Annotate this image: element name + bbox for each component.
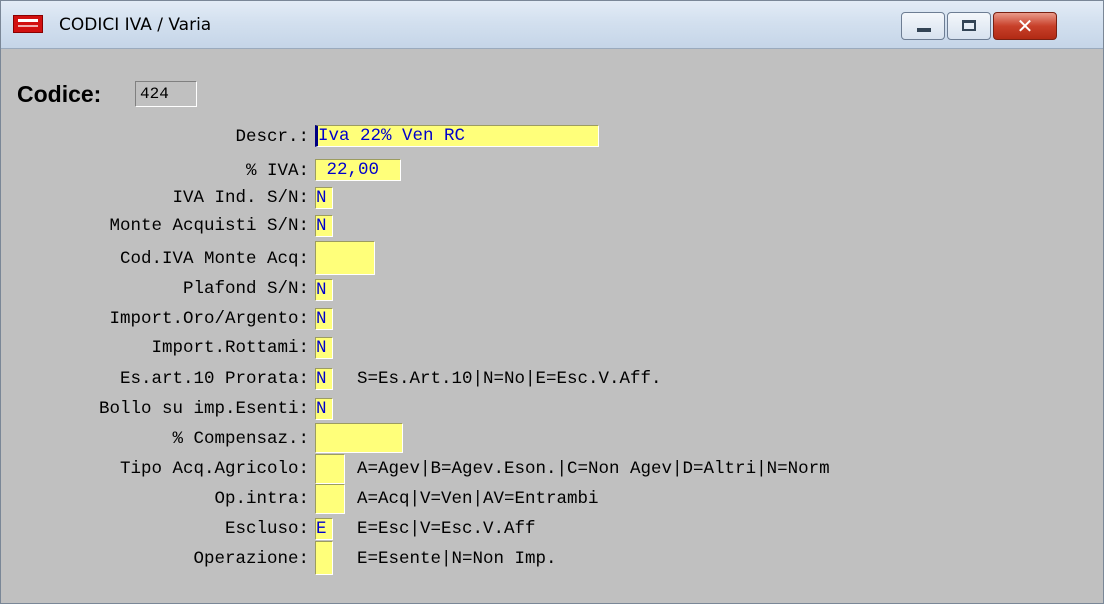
cod-iva-monte-acq-field[interactable] <box>315 241 375 275</box>
iva-ind-label: IVA Ind. S/N: <box>172 188 309 208</box>
tipo-acq-agricolo-label: Tipo Acq.Agricolo: <box>119 459 309 479</box>
op-intra-label: Op.intra: <box>214 489 309 509</box>
import-rottami-field[interactable]: N <box>315 337 333 359</box>
monte-acquisti-field[interactable]: N <box>315 215 333 237</box>
codici-iva-window: CODICI IVA / Varia ✕ Codice: 424 Descr.:… <box>0 0 1104 604</box>
codice-label: Codice: <box>17 81 102 107</box>
es-art-10-prorata-label: Es.art.10 Prorata: <box>119 369 309 389</box>
maximize-button[interactable] <box>947 12 991 40</box>
operazione-hint: E=Esente|N=Non Imp. <box>357 549 557 569</box>
descr-field[interactable]: Iva 22% Ven RC <box>315 125 599 147</box>
escluso-label: Escluso: <box>224 519 309 539</box>
tipo-acq-agricolo-field[interactable] <box>315 454 345 484</box>
compensaz-label: % Compensaz.: <box>172 429 309 449</box>
close-icon: ✕ <box>1016 14 1034 38</box>
plafond-label: Plafond S/N: <box>182 279 309 299</box>
perc-iva-label: % IVA: <box>245 161 309 181</box>
bollo-imp-esenti-label: Bollo su imp.Esenti: <box>98 399 309 419</box>
close-button[interactable]: ✕ <box>993 12 1057 40</box>
escluso-field[interactable]: E <box>315 518 333 540</box>
app-icon <box>13 15 43 33</box>
tipo-acq-agricolo-hint: A=Agev|B=Agev.Eson.|C=Non Agev|D=Altri|N… <box>357 459 830 479</box>
window-title: CODICI IVA / Varia <box>59 15 212 35</box>
op-intra-field[interactable] <box>315 484 345 514</box>
perc-iva-field[interactable]: 22,00 <box>315 159 401 181</box>
cod-iva-monte-acq-label: Cod.IVA Monte Acq: <box>119 249 309 269</box>
minimize-button[interactable] <box>901 12 945 40</box>
import-oro-argento-label: Import.Oro/Argento: <box>109 309 309 329</box>
maximize-icon <box>962 20 976 31</box>
operazione-label: Operazione: <box>193 549 309 569</box>
operazione-field[interactable] <box>315 541 333 575</box>
codice-field[interactable]: 424 <box>135 81 197 107</box>
monte-acquisti-label: Monte Acquisti S/N: <box>109 216 309 236</box>
escluso-hint: E=Esc|V=Esc.V.Aff <box>357 519 536 539</box>
plafond-field[interactable]: N <box>315 279 333 301</box>
es-art-10-prorata-hint: S=Es.Art.10|N=No|E=Esc.V.Aff. <box>357 369 662 389</box>
title-bar[interactable]: CODICI IVA / Varia ✕ <box>1 1 1103 49</box>
import-rottami-label: Import.Rottami: <box>151 338 309 358</box>
op-intra-hint: A=Acq|V=Ven|AV=Entrambi <box>357 489 599 509</box>
bollo-imp-esenti-field[interactable]: N <box>315 398 333 420</box>
minimize-icon <box>917 28 931 32</box>
compensaz-field[interactable] <box>315 423 403 453</box>
iva-ind-field[interactable]: N <box>315 187 333 209</box>
es-art-10-prorata-field[interactable]: N <box>315 368 333 390</box>
import-oro-argento-field[interactable]: N <box>315 308 333 330</box>
descr-label: Descr.: <box>235 127 309 147</box>
